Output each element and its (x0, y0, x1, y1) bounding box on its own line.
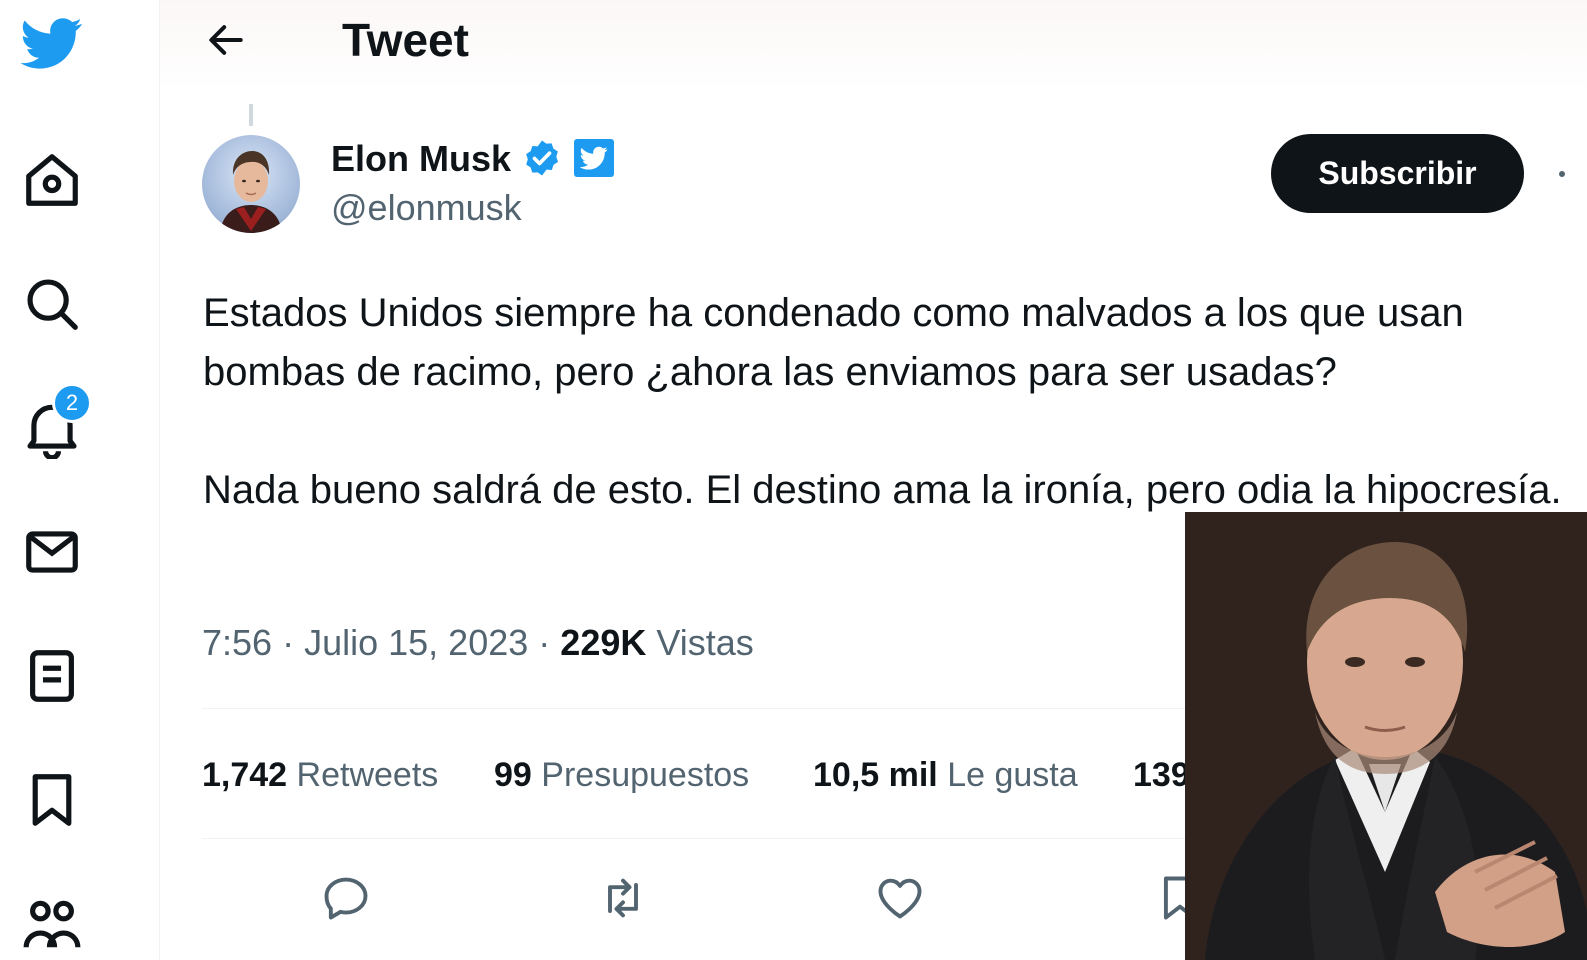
meta-separator: · (282, 622, 305, 663)
heart-icon (878, 878, 922, 919)
back-button[interactable] (198, 12, 254, 68)
list-icon[interactable] (18, 642, 86, 710)
avatar-portrait-icon (220, 151, 282, 233)
notification-count-badge: 2 (52, 383, 92, 423)
quotes-stat[interactable]: 99 Presupuestos (494, 753, 749, 797)
bookmark-icon[interactable] (18, 766, 86, 834)
tweet-text: Estados Unidos siempre ha condenado como… (203, 291, 1562, 512)
views-count: 229K (560, 622, 647, 663)
more-options-icon[interactable] (1559, 171, 1565, 177)
portrait-photo-icon (1185, 512, 1587, 960)
likes-stat[interactable]: 10,5 mil Le gusta (813, 753, 1078, 797)
bookmarks-stat[interactable]: 139 (1133, 753, 1190, 797)
tweet-time[interactable]: 7:56 (202, 622, 272, 663)
likes-count: 10,5 mil (813, 756, 938, 794)
author-name[interactable]: Elon Musk (331, 138, 511, 180)
home-icon[interactable] (18, 146, 86, 214)
retweet-button[interactable] (593, 868, 653, 928)
tweet-meta: 7:56 · Julio 15, 2023 · 229K Vistas (202, 620, 754, 666)
sidebar-nav: 2 (0, 0, 160, 960)
bookmarks-count: 139 (1133, 756, 1190, 794)
thread-connector-line (249, 104, 253, 126)
author-handle[interactable]: @elonmusk (331, 186, 522, 230)
people-icon[interactable] (18, 890, 86, 958)
like-button[interactable] (870, 868, 930, 928)
overlay-photo (1185, 512, 1587, 960)
meta-separator: · (538, 622, 561, 663)
quotes-count: 99 (494, 756, 532, 794)
search-icon[interactable] (18, 270, 86, 338)
twitter-bird-icon[interactable] (14, 10, 90, 76)
likes-label: Le gusta (947, 756, 1078, 794)
reply-button[interactable] (316, 868, 376, 928)
views-label: Vistas (656, 622, 754, 663)
mail-icon[interactable] (18, 518, 86, 586)
page-title: Tweet (342, 14, 469, 66)
subscribe-button[interactable]: Subscribir (1271, 134, 1524, 213)
quotes-label: Presupuestos (541, 756, 750, 794)
avatar[interactable] (202, 135, 300, 233)
retweets-label: Retweets (296, 756, 439, 794)
twitter-affiliate-icon[interactable] (574, 139, 614, 177)
verified-badge-icon (522, 138, 562, 178)
retweets-count: 1,742 (202, 756, 288, 794)
tweet-date[interactable]: Julio 15, 2023 (304, 622, 528, 663)
retweets-stat[interactable]: 1,742 Retweets (202, 753, 438, 797)
retweet-icon (608, 878, 638, 918)
reply-icon (324, 877, 368, 920)
arrow-left-icon (209, 25, 243, 55)
